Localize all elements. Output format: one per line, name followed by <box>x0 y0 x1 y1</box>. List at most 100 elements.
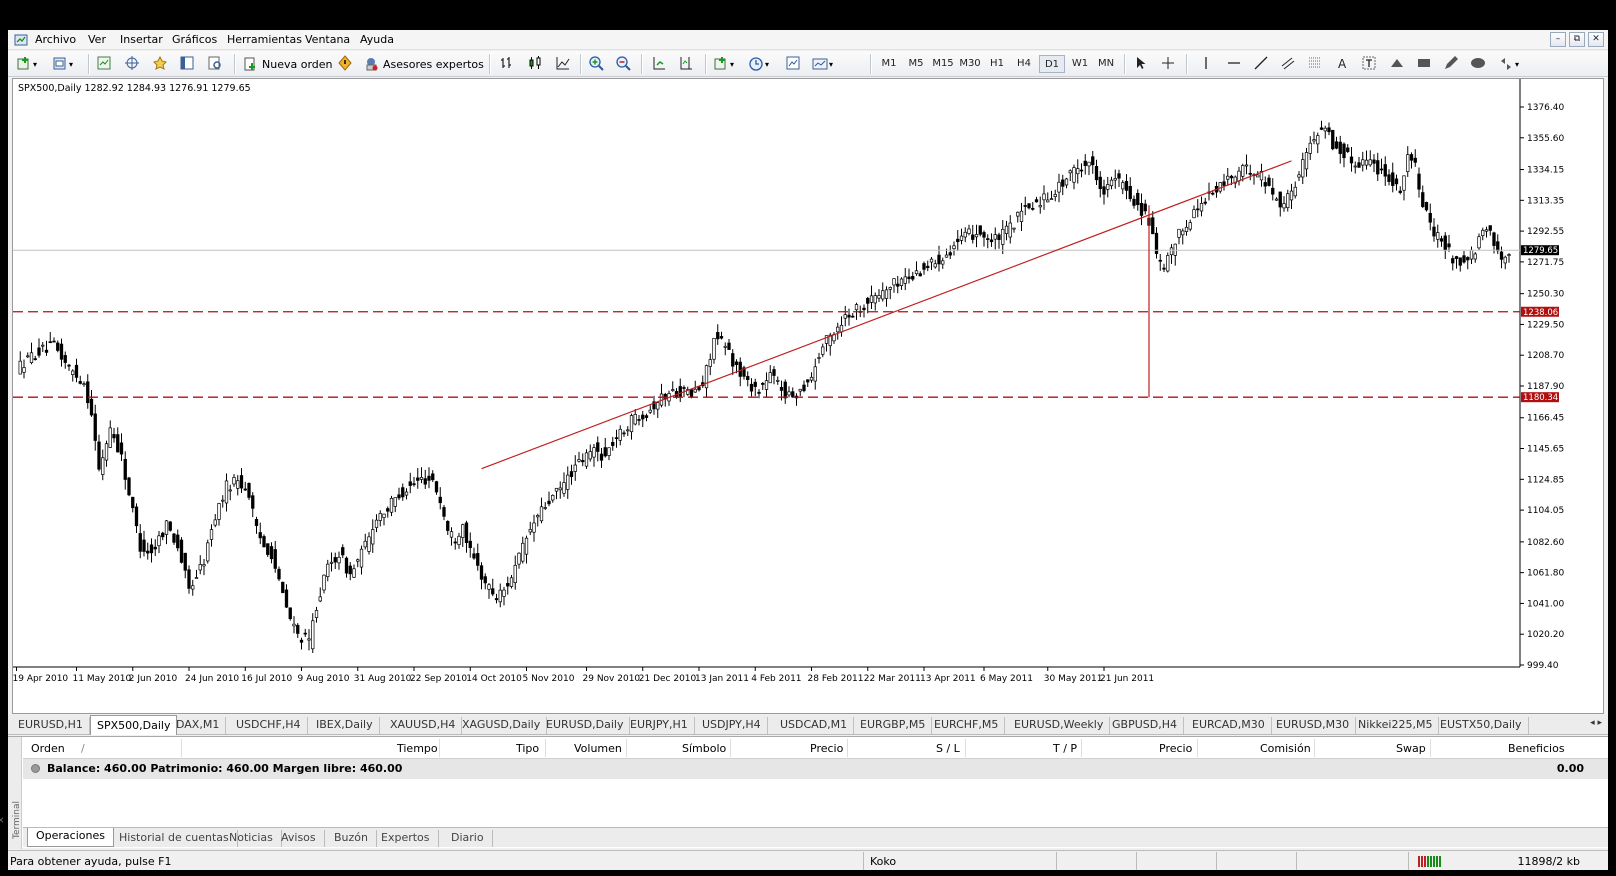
crosshair-icon[interactable] <box>1160 55 1176 71</box>
terminal-tab-expertos[interactable]: Expertos <box>373 830 439 847</box>
col-precio-actual[interactable]: Precio <box>1159 742 1192 755</box>
more-objects-button[interactable]: ▾ <box>1498 55 1519 73</box>
balance-row[interactable]: Balance: 460.00 Patrimonio: 460.00 Marge… <box>23 759 1608 779</box>
tab-scroll-arrows[interactable]: ◂ ▸ <box>1590 718 1602 728</box>
col-orden[interactable]: Orden <box>31 742 65 755</box>
zoom-in-icon[interactable] <box>588 55 604 71</box>
drawn-objects[interactable]: 1279.65 1238.06 1180.34 <box>13 160 1559 470</box>
col-volumen[interactable]: Volumen <box>574 742 622 755</box>
col-tp[interactable]: T / P <box>1053 742 1077 755</box>
trendline-icon[interactable] <box>1253 55 1269 71</box>
chart-shift-icon[interactable] <box>678 55 694 71</box>
timeframe-m5[interactable]: M5 <box>903 55 929 73</box>
terminal-tab-operaciones[interactable]: Operaciones <box>27 828 114 847</box>
bar-chart-icon[interactable] <box>499 55 515 71</box>
chart-tab-eustx50-daily[interactable]: EUSTX50,Daily <box>1434 717 1529 734</box>
timeframe-h1[interactable]: H1 <box>984 55 1010 73</box>
menu-archivo[interactable]: Archivo <box>35 33 76 46</box>
fibonacci-icon[interactable] <box>1307 55 1323 71</box>
price-chart[interactable]: SPX500,Daily 1282.92 1284.93 1276.91 127… <box>13 79 1603 713</box>
price-axis[interactable]: 1376.40 1355.60 1334.15 1313.35 1292.55 1271.… <box>1520 103 1564 671</box>
expert-advisors-button[interactable]: Asesores expertos <box>363 55 484 73</box>
restore-button[interactable]: ⧉ <box>1569 32 1585 47</box>
chart-tab-xauusd-h4[interactable]: XAUUSD,H4 <box>384 717 463 734</box>
chart-tab-dax-m1[interactable]: DAX,M1 <box>170 717 227 734</box>
status-profile[interactable]: Koko <box>870 855 896 868</box>
minimize-button[interactable]: – <box>1550 32 1566 47</box>
timeframe-m30[interactable]: M30 <box>957 55 983 73</box>
menu-ventana[interactable]: Ventana <box>305 33 350 46</box>
profiles-button[interactable]: ▾ <box>52 55 73 73</box>
horizontal-line-icon[interactable] <box>1226 55 1242 71</box>
indicators-button[interactable]: ▾ <box>713 55 734 73</box>
chart-tab-usdjpy-h4[interactable]: USDJPY,H4 <box>696 717 768 734</box>
timeframe-h4[interactable]: H4 <box>1011 55 1037 73</box>
zoom-out-icon[interactable] <box>615 55 631 71</box>
templates-icon[interactable] <box>785 55 801 71</box>
col-beneficios[interactable]: Beneficios <box>1508 742 1565 755</box>
arrow-up-icon[interactable] <box>1389 55 1405 71</box>
timeframe-m1[interactable]: M1 <box>876 55 902 73</box>
col-sl[interactable]: S / L <box>936 742 960 755</box>
candlestick-chart-icon[interactable] <box>527 55 543 71</box>
col-tipo[interactable]: Tipo <box>516 742 539 755</box>
ellipse-icon[interactable] <box>1470 55 1486 71</box>
chart-tab-eurgbp-m5[interactable]: EURGBP,M5 <box>854 717 933 734</box>
timeframe-w1[interactable]: W1 <box>1067 55 1093 73</box>
close-button[interactable]: ✕ <box>1588 32 1604 47</box>
col-simbolo[interactable]: Símbolo <box>682 742 726 755</box>
market-watch-icon[interactable] <box>96 55 112 71</box>
terminal-tab-diario[interactable]: Diario <box>443 830 493 847</box>
chart-tab-usdchf-h4[interactable]: USDCHF,H4 <box>230 717 308 734</box>
strategy-tester-icon[interactable] <box>207 55 223 71</box>
chart-tab-eurusd-weekly[interactable]: EURUSD,Weekly <box>1008 717 1111 734</box>
chart-tab-eurusd-daily[interactable]: EURUSD,Daily <box>540 717 631 734</box>
chart-tab-nikkei225-m5[interactable]: Nikkei225,M5 <box>1352 717 1440 734</box>
timeframe-d1[interactable]: D1 <box>1039 55 1065 73</box>
terminal-close-icon[interactable]: ✕ <box>0 816 7 824</box>
periods-button[interactable]: ▾ <box>748 55 769 73</box>
new-chart-button[interactable]: ▾ <box>16 55 37 73</box>
menu-herramientas[interactable]: Herramientas <box>227 33 302 46</box>
chart-tab-eurchf-m5[interactable]: EURCHF,M5 <box>928 717 1006 734</box>
terminal-icon[interactable] <box>179 55 195 71</box>
terminal-tab-historial-de-cuentas[interactable]: Historial de cuentas <box>111 830 238 847</box>
chart-tab-spx500-daily[interactable]: SPX500,Daily <box>90 715 178 735</box>
chart-tab-eurjpy-h1[interactable]: EURJPY,H1 <box>624 717 695 734</box>
time-axis[interactable]: 19 Apr 2010 11 May 20102 Jun 2010 24 Jun 2… <box>13 667 1154 684</box>
chart-tab-eurusd-m30[interactable]: EURUSD,M30 <box>1270 717 1357 734</box>
chart-tab-eurcad-m30[interactable]: EURCAD,M30 <box>1186 717 1272 734</box>
chart-tab-ibex-daily[interactable]: IBEX,Daily <box>310 717 380 734</box>
chart-tab-eurusd-h1[interactable]: EURUSD,H1 <box>12 717 90 734</box>
alert-icon[interactable] <box>337 55 353 71</box>
terminal-tab-avisos[interactable]: Avisos <box>273 830 325 847</box>
col-precio[interactable]: Precio <box>810 742 843 755</box>
chart-tab-xagusd-daily[interactable]: XAGUSD,Daily <box>456 717 548 734</box>
menu-ayuda[interactable]: Ayuda <box>360 33 394 46</box>
chart-tab-usdcad-m1[interactable]: USDCAD,M1 <box>774 717 855 734</box>
menu-insertar[interactable]: Insertar <box>120 33 163 46</box>
text-label-icon[interactable] <box>1361 55 1377 71</box>
chart-templates-button[interactable]: ▾ <box>812 55 833 73</box>
rectangle-icon[interactable] <box>1416 55 1432 71</box>
chart-window[interactable]: SPX500,Daily 1282.92 1284.93 1276.91 127… <box>12 78 1604 714</box>
channel-icon[interactable] <box>1280 55 1296 71</box>
timeframe-mn[interactable]: MN <box>1093 55 1119 73</box>
line-chart-icon[interactable] <box>555 55 571 71</box>
auto-scroll-icon[interactable] <box>651 55 667 71</box>
menu-ver[interactable]: Ver <box>88 33 106 46</box>
chart-tab-gbpusd-h4[interactable]: GBPUSD,H4 <box>1106 717 1184 734</box>
col-swap[interactable]: Swap <box>1396 742 1426 755</box>
favorites-icon[interactable] <box>152 55 168 71</box>
timeframe-m15[interactable]: M15 <box>930 55 956 73</box>
col-comision[interactable]: Comisión <box>1260 742 1311 755</box>
col-tiempo[interactable]: Tiempo <box>397 742 438 755</box>
cursor-icon[interactable] <box>1132 55 1148 71</box>
menu-graficos[interactable]: Gráficos <box>172 33 217 46</box>
text-tool[interactable]: A <box>1338 55 1346 73</box>
pencil-icon[interactable] <box>1443 55 1459 71</box>
vertical-line-icon[interactable] <box>1198 55 1214 71</box>
terminal-tab-buz-n[interactable]: Buzón <box>326 830 377 847</box>
navigator-icon[interactable] <box>124 55 140 71</box>
new-order-button[interactable]: Nueva orden <box>242 55 333 73</box>
